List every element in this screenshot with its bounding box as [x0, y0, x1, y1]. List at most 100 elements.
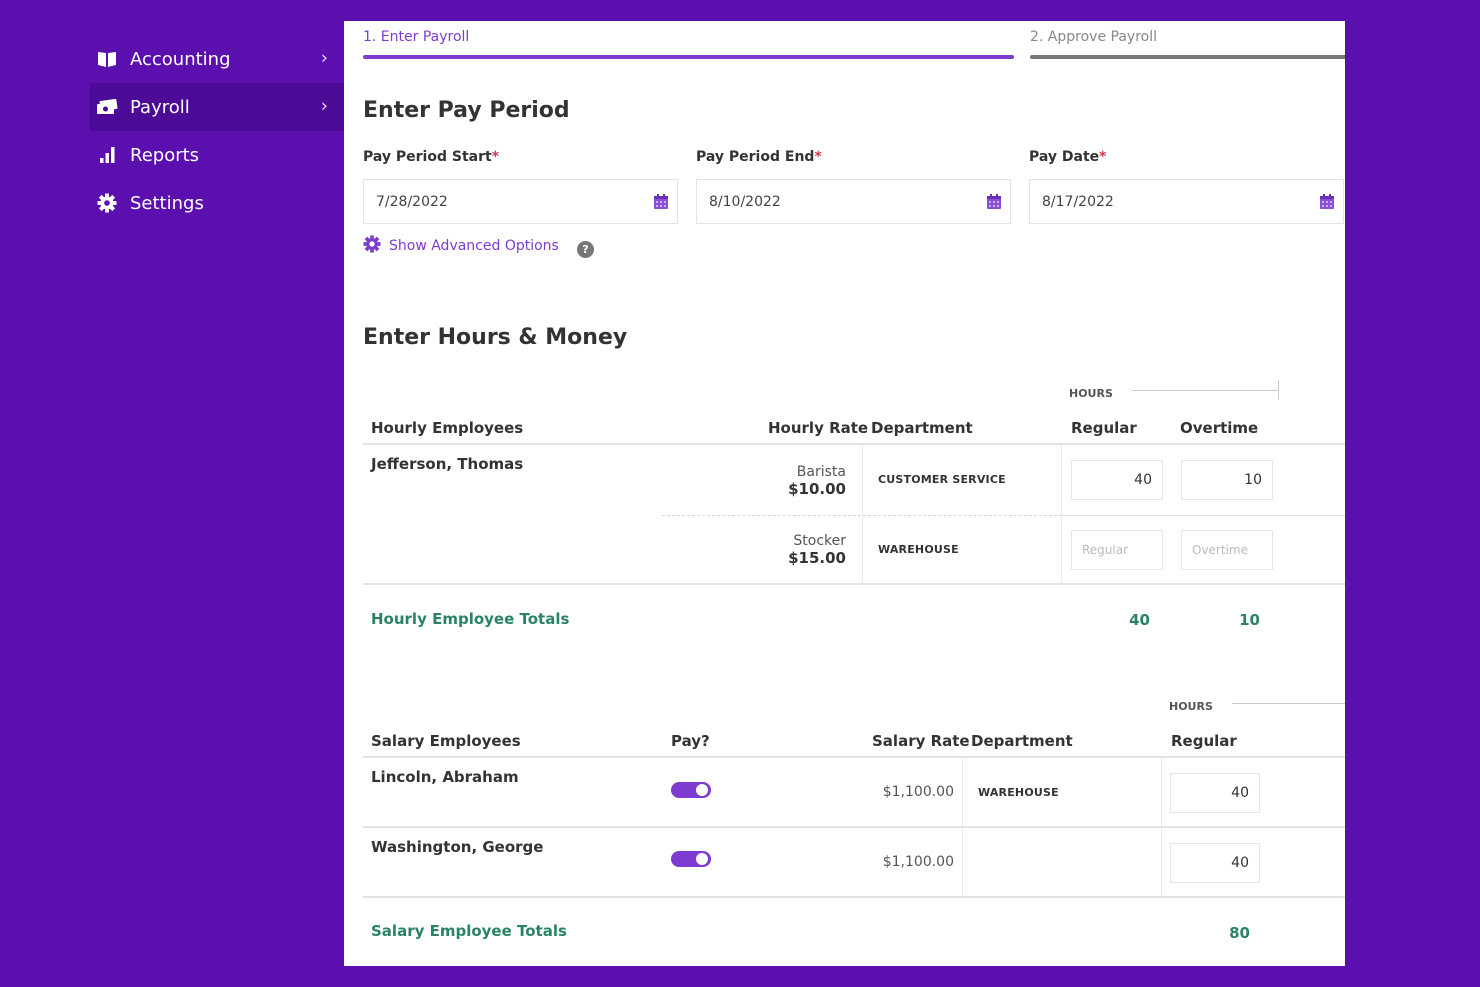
- salary-rate: $1,100.00: [882, 784, 954, 800]
- pay-date-field: Pay Date* 8/17/2022: [1029, 149, 1344, 224]
- sidebar-item-accounting[interactable]: Accounting ›: [90, 35, 344, 83]
- required-mark: *: [1099, 149, 1107, 165]
- col-header-pay: Pay?: [671, 732, 710, 750]
- position-divider: [662, 515, 1062, 516]
- employee-name: Washington, George: [371, 838, 544, 856]
- col-header-regular: Regular: [1171, 732, 1237, 750]
- row-divider: [363, 826, 1345, 828]
- step-progress-bar: [1030, 55, 1345, 59]
- hours-group-label: HOURS: [1069, 387, 1113, 400]
- hours-group-line: [1232, 703, 1345, 704]
- position-title: Stocker: [793, 533, 846, 549]
- money-icon: [96, 96, 118, 118]
- employee-name: Lincoln, Abraham: [371, 768, 519, 786]
- table-header-divider: [363, 756, 1345, 758]
- chevron-right-icon: ›: [320, 47, 328, 69]
- calendar-icon[interactable]: [986, 193, 1002, 214]
- show-advanced-options-link[interactable]: Show Advanced Options: [363, 235, 559, 257]
- section-heading-pay-period: Enter Pay Period: [363, 98, 570, 123]
- department: CUSTOMER SERVICE: [878, 473, 1006, 486]
- step-enter-payroll[interactable]: 1. Enter Payroll: [363, 29, 1014, 59]
- chevron-right-icon: ›: [320, 95, 328, 117]
- pay-period-start-input[interactable]: 7/28/2022: [363, 179, 678, 224]
- pay-date-input[interactable]: 8/17/2022: [1029, 179, 1344, 224]
- col-header-salary-rate: Salary Rate: [872, 732, 970, 750]
- date-value: 8/17/2022: [1042, 193, 1114, 210]
- payroll-panel: 1. Enter Payroll 2. Approve Payroll Ente…: [344, 21, 1345, 966]
- column-divider: [1061, 445, 1062, 583]
- table-footer-divider: [363, 896, 1345, 898]
- salary-total-regular: 80: [1229, 924, 1250, 942]
- col-header-hourly-rate: Hourly Rate: [768, 419, 869, 437]
- section-heading-hours-money: Enter Hours & Money: [363, 325, 628, 350]
- toggle-knob: [696, 853, 708, 865]
- department: WAREHOUSE: [878, 543, 959, 556]
- col-header-overtime: Overtime: [1180, 419, 1259, 437]
- sidebar-item-label: Settings: [130, 192, 204, 214]
- overtime-hours-input[interactable]: [1181, 460, 1273, 500]
- field-label: Pay Period End*: [696, 149, 822, 165]
- sidebar-item-reports[interactable]: Reports: [90, 131, 344, 179]
- regular-hours-input[interactable]: [1071, 460, 1163, 500]
- hourly-totals-label: Hourly Employee Totals: [371, 610, 570, 628]
- column-divider: [862, 445, 863, 583]
- hours-group-label: HOURS: [1169, 700, 1213, 713]
- hourly-total-overtime: 10: [1239, 611, 1260, 629]
- calendar-icon[interactable]: [653, 193, 669, 214]
- regular-hours-input[interactable]: [1071, 530, 1163, 570]
- position-divider: [1062, 515, 1345, 516]
- position-title: Barista: [796, 464, 846, 480]
- salary-totals-label: Salary Employee Totals: [371, 922, 567, 940]
- field-label: Pay Period Start*: [363, 149, 500, 165]
- salary-rate: $1,100.00: [882, 854, 954, 870]
- sidebar-item-label: Reports: [130, 144, 200, 166]
- calendar-icon[interactable]: [1319, 193, 1335, 214]
- book-icon: [96, 48, 118, 70]
- pay-period-end-input[interactable]: 8/10/2022: [696, 179, 1011, 224]
- pay-toggle[interactable]: [671, 782, 711, 798]
- required-mark: *: [491, 149, 500, 165]
- col-header-hourly-employees: Hourly Employees: [371, 419, 524, 437]
- field-label: Pay Date*: [1029, 149, 1107, 165]
- help-icon[interactable]: ?: [577, 241, 594, 258]
- position-rate: Barista $10.00: [726, 464, 846, 498]
- hourly-rate: $15.00: [788, 549, 846, 567]
- sidebar-item-payroll[interactable]: Payroll ›: [90, 83, 344, 131]
- overtime-hours-input[interactable]: [1181, 530, 1273, 570]
- hourly-total-regular: 40: [1129, 611, 1150, 629]
- sidebar-item-label: Payroll: [130, 96, 190, 118]
- step-progress-bar: [363, 55, 1014, 59]
- employee-name: Jefferson, Thomas: [371, 455, 524, 473]
- col-header-salary-employees: Salary Employees: [371, 732, 521, 750]
- date-value: 8/10/2022: [709, 193, 781, 210]
- step-label: 1. Enter Payroll: [363, 29, 470, 45]
- pay-period-end-field: Pay Period End* 8/10/2022: [696, 149, 1011, 224]
- stepper: 1. Enter Payroll 2. Approve Payroll: [363, 29, 1345, 69]
- col-header-department: Department: [871, 419, 973, 437]
- bar-chart-icon: [96, 144, 118, 166]
- position-rate: Stocker $15.00: [726, 533, 846, 567]
- hourly-rate: $10.00: [788, 480, 846, 498]
- gear-icon: [363, 235, 381, 257]
- hours-group-end: [1278, 380, 1279, 400]
- regular-hours-input[interactable]: [1170, 843, 1260, 883]
- department: WAREHOUSE: [978, 786, 1059, 799]
- date-value: 7/28/2022: [376, 193, 448, 210]
- table-footer-divider: [363, 583, 1345, 585]
- pay-toggle[interactable]: [671, 851, 711, 867]
- col-header-department: Department: [971, 732, 1073, 750]
- sidebar-nav: Accounting › Payroll › Reports Settings: [90, 35, 344, 227]
- sidebar-item-settings[interactable]: Settings: [90, 179, 344, 227]
- col-header-regular: Regular: [1071, 419, 1137, 437]
- hours-group-line: [1132, 390, 1278, 391]
- step-label: 2. Approve Payroll: [1030, 29, 1157, 45]
- step-approve-payroll[interactable]: 2. Approve Payroll: [1030, 29, 1345, 59]
- gear-icon: [96, 192, 118, 214]
- table-header-divider: [363, 443, 1345, 445]
- toggle-knob: [696, 784, 708, 796]
- regular-hours-input[interactable]: [1170, 773, 1260, 813]
- link-label: Show Advanced Options: [389, 238, 559, 254]
- sidebar-item-label: Accounting: [130, 48, 231, 70]
- required-mark: *: [814, 149, 822, 165]
- pay-period-start-field: Pay Period Start* 7/28/2022: [363, 149, 678, 224]
